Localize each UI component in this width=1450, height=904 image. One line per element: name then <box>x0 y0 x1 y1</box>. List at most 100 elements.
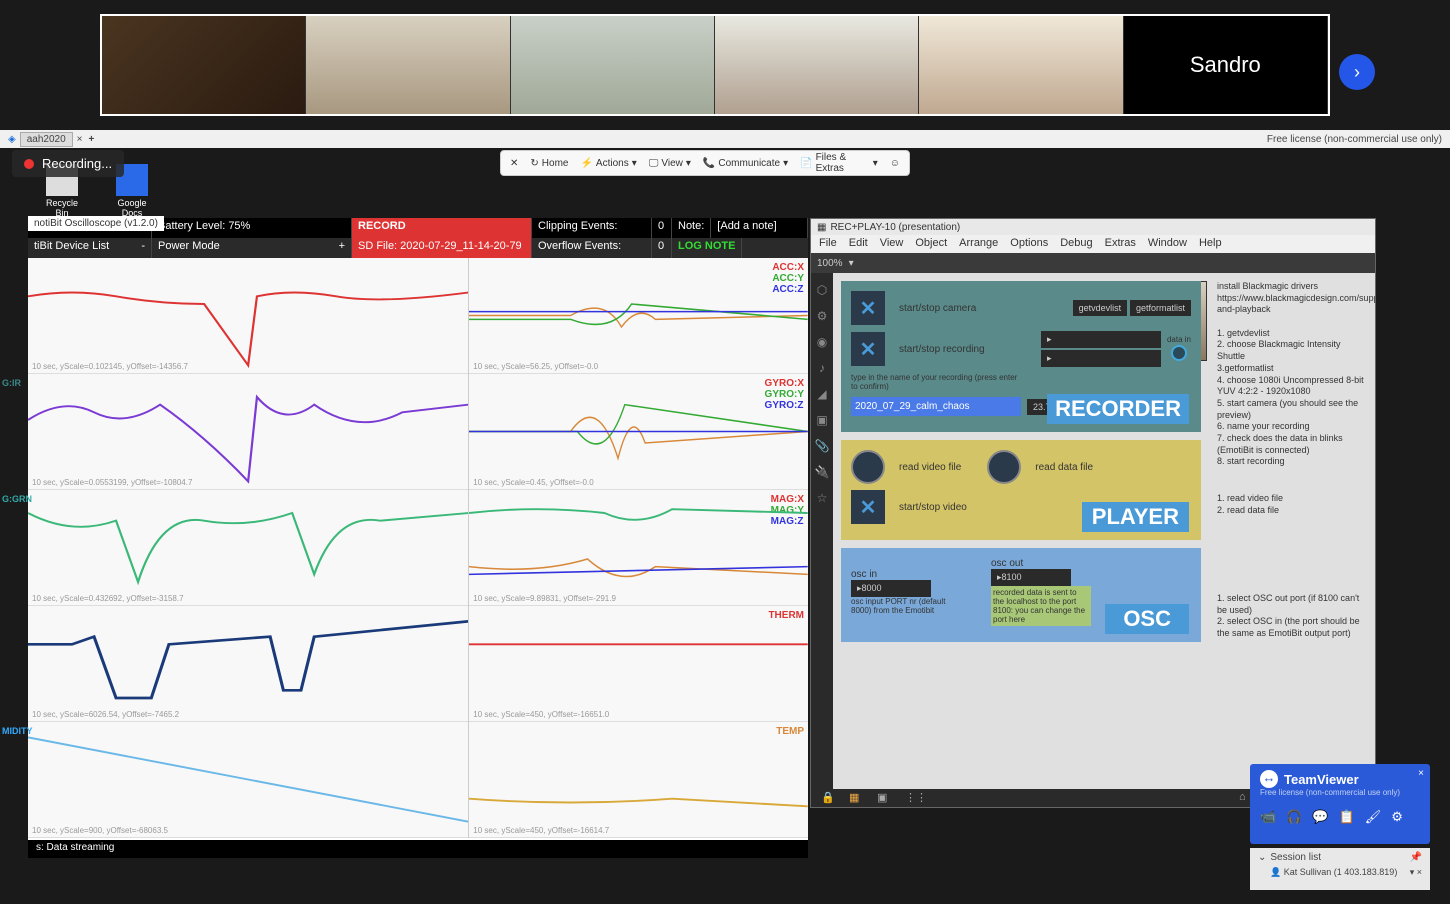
format-dropdown[interactable]: ▸ <box>1041 350 1161 367</box>
clip-icon[interactable]: 📎 <box>814 439 830 455</box>
cube-icon[interactable]: ⬡ <box>814 283 830 299</box>
chart-eda: 10 sec, yScale=6026.54, yOffset=-7465.2 <box>28 606 468 722</box>
teamviewer-logo-icon: ↔ <box>1260 770 1278 788</box>
clipping-value: 0 <box>652 218 672 238</box>
max-patcher-canvas[interactable]: install Blackmagic drivers https://www.b… <box>833 273 1375 789</box>
record-button[interactable]: RECORD <box>352 218 532 238</box>
player-instructions: 1. read video file 2. read data file <box>1217 493 1367 516</box>
actions-button[interactable]: ⚡ Actions ▾ <box>575 156 641 171</box>
participant-tile-1[interactable] <box>102 16 306 114</box>
image-icon[interactable]: ▣ <box>814 413 830 429</box>
zoom-dropdown-icon[interactable]: ▾ <box>849 258 854 269</box>
recording-name-input[interactable] <box>851 397 1021 416</box>
layers-icon[interactable]: ▣ <box>877 791 891 805</box>
menu-debug[interactable]: Debug <box>1060 237 1092 251</box>
power-mode-dropdown[interactable]: Power Mode+ <box>152 238 352 258</box>
lock-icon[interactable]: 🔒 <box>821 791 835 805</box>
device-dropdown[interactable]: ▸ <box>1041 331 1161 348</box>
getvdevlist-button[interactable]: getvdevlist <box>1073 300 1128 316</box>
tv-sub: Free license (non-commercial use only) <box>1260 788 1420 797</box>
osc-in-port[interactable]: ▸8000 <box>851 580 931 597</box>
session-list-panel[interactable]: ⌄Session list📌 👤 Kat Sullivan (1 403.183… <box>1250 848 1430 890</box>
chart-ppg-grn: G:GRN 10 sec, yScale=0.432692, yOffset=-… <box>28 490 468 606</box>
start-camera-button[interactable]: ✕ <box>851 291 885 325</box>
presentation-icon[interactable]: ▦ <box>849 791 863 805</box>
files-extras-button[interactable]: 📄 Files & Extras ▾ <box>795 150 883 176</box>
participant-tile-2[interactable] <box>306 16 510 114</box>
brush-icon[interactable]: 🖌 <box>1365 809 1382 825</box>
device-list-dropdown[interactable]: tiBit Device List - <box>28 238 152 258</box>
player-panel: read video file read data file ✕start/st… <box>841 440 1201 540</box>
menu-arrange[interactable]: Arrange <box>959 237 998 251</box>
read-data-button[interactable] <box>987 450 1021 484</box>
chart-therm: THERM 10 sec, yScale=450, yOffset=-16651… <box>469 606 808 722</box>
getformatlist-button[interactable]: getformatlist <box>1130 300 1191 316</box>
teamviewer-toolbar: ✕ ↻ Home ⚡ Actions ▾ 🖵 View ▾ 📞 Communic… <box>500 150 910 176</box>
menu-window[interactable]: Window <box>1148 237 1187 251</box>
menu-file[interactable]: File <box>819 237 837 251</box>
osc-header-row2: tiBit Device List - Power Mode+ SD File:… <box>28 238 808 258</box>
sd-file-cell: SD File: 2020-07-29_11-14-20-79 <box>352 238 532 258</box>
tab-close-icon[interactable]: × <box>77 134 83 145</box>
menu-extras[interactable]: Extras <box>1105 237 1136 251</box>
chat-icon[interactable]: 💬 <box>1312 809 1328 825</box>
max-title-bar: ▦ REC+PLAY-10 (presentation) <box>811 219 1375 235</box>
audio-icon[interactable]: ◢ <box>814 387 830 403</box>
chart-ppg-red: 10 sec, yScale=0.102145, yOffset=-14356.… <box>28 258 468 374</box>
recorder-panel: ✕start/stop camera getvdevlist getformat… <box>841 281 1201 432</box>
smiley-icon[interactable]: ☺ <box>885 156 905 171</box>
headset-icon[interactable]: 🎧 <box>1286 809 1302 825</box>
start-recording-button[interactable]: ✕ <box>851 332 885 366</box>
overflow-label: Overflow Events: <box>532 238 652 258</box>
zoom-level[interactable]: 100% <box>817 258 843 269</box>
log-note-button[interactable]: LOG NOTE <box>672 238 742 258</box>
video-call-strip: Sandro <box>100 14 1330 116</box>
grid-icon[interactable]: ⋮⋮ <box>905 791 919 805</box>
participant-tile-5[interactable] <box>919 16 1123 114</box>
data-in-indicator <box>1171 345 1187 361</box>
tv-close-icon[interactable]: × <box>1418 768 1424 779</box>
osc-left-column: 10 sec, yScale=0.102145, yOffset=-14356.… <box>28 258 468 838</box>
communicate-button[interactable]: 📞 Communicate ▾ <box>698 156 793 171</box>
gear-icon[interactable]: ⚙ <box>814 309 830 325</box>
video-icon[interactable]: 📹 <box>1260 809 1276 825</box>
file-icon[interactable]: 📋 <box>1339 809 1355 825</box>
chart-gyro: GYRO:XGYRO:YGYRO:Z 10 sec, yScale=0.45, … <box>469 374 808 490</box>
read-video-button[interactable] <box>851 450 885 484</box>
participant-tile-3[interactable] <box>511 16 715 114</box>
menu-view[interactable]: View <box>880 237 904 251</box>
settings-icon[interactable]: ⚙ <box>1391 809 1403 825</box>
note-input[interactable]: [Add a note] <box>711 218 808 238</box>
home-button[interactable]: ↻ Home <box>525 156 573 171</box>
osc-out-port[interactable]: ▸8100 <box>991 569 1071 586</box>
menu-object[interactable]: Object <box>915 237 947 251</box>
chart-mag: MAG:XMAG:YMAG:Z 10 sec, yScale=9.89831, … <box>469 490 808 606</box>
start-video-button[interactable]: ✕ <box>851 490 885 524</box>
note-icon[interactable]: ♪ <box>814 361 830 377</box>
osc-title: OSC <box>1105 604 1189 634</box>
star-icon[interactable]: ☆ <box>814 491 830 507</box>
menu-options[interactable]: Options <box>1010 237 1048 251</box>
session-user[interactable]: 👤 Kat Sullivan (1 403.183.819) ▾ × <box>1258 863 1422 878</box>
recording-label: Recording... <box>42 156 112 171</box>
chevron-down-icon[interactable]: ⌄ <box>1258 852 1266 863</box>
menu-help[interactable]: Help <box>1199 237 1222 251</box>
close-session-icon[interactable]: ✕ <box>505 156 523 171</box>
clipping-label: Clipping Events: <box>532 218 652 238</box>
osc-status-bar: s: Data streaming <box>28 840 808 858</box>
plug-icon[interactable]: 🔌 <box>814 465 830 481</box>
battery-cell: Battery Level: 75% <box>152 218 352 238</box>
participant-tile-4[interactable] <box>715 16 919 114</box>
menu-edit[interactable]: Edit <box>849 237 868 251</box>
new-tab-icon[interactable]: + <box>88 134 94 145</box>
participant-tile-6[interactable]: Sandro <box>1124 16 1328 114</box>
max-app-icon: ▦ <box>817 222 826 233</box>
view-button[interactable]: 🖵 View ▾ <box>644 156 696 171</box>
osc-window-title: notiBit Oscilloscope (v1.2.0) <box>28 216 164 231</box>
osc-charts-area: 10 sec, yScale=0.102145, yOffset=-14356.… <box>28 258 808 838</box>
session-tab[interactable]: aah2020 <box>20 132 73 147</box>
next-page-button[interactable]: › <box>1339 54 1375 90</box>
max-toolbar: 100% ▾ <box>811 253 1375 273</box>
bulb-icon[interactable]: ◉ <box>814 335 830 351</box>
pin-icon[interactable]: 📌 <box>1410 852 1422 863</box>
